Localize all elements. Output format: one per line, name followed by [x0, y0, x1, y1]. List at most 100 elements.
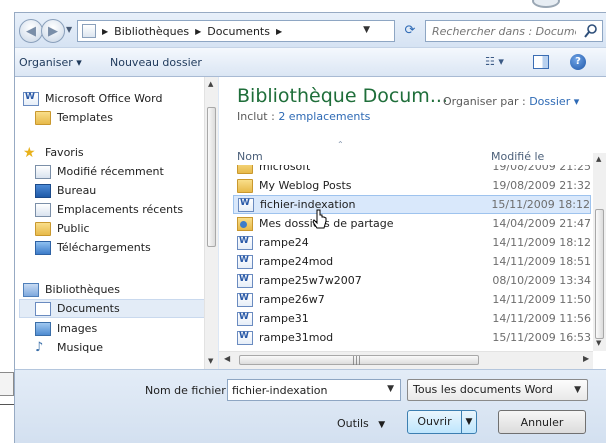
preview-pane-icon[interactable]: [533, 55, 549, 69]
search-input[interactable]: [426, 21, 576, 41]
breadcrumb-libraries[interactable]: Bibliothèques: [114, 25, 189, 38]
chevron-down-icon: ▼: [378, 420, 386, 430]
organise-button[interactable]: Organiser ▾: [19, 56, 82, 69]
back-button[interactable]: ◀: [19, 19, 43, 43]
word-doc-icon: [237, 311, 253, 326]
nav-item-recent-places[interactable]: Emplacements récents: [35, 200, 183, 219]
nav-item-label: Images: [57, 322, 98, 335]
filename-input[interactable]: [228, 380, 374, 400]
arrange-label: Organiser par :: [443, 95, 530, 108]
nav-section-label: Favoris: [45, 146, 84, 159]
scroll-left-icon[interactable]: ◀: [224, 354, 230, 363]
address-bar[interactable]: ▶ Bibliothèques ▶ Documents ▶ ▼: [77, 20, 395, 42]
nav-item-label: Téléchargements: [57, 241, 151, 254]
file-name: rampe31mod: [259, 331, 334, 344]
breadcrumb-chevron-icon[interactable]: ▶: [102, 27, 108, 36]
column-header-modified[interactable]: Modifié le: [491, 150, 544, 163]
file-type-select[interactable]: Tous les documents Word ▼: [407, 379, 588, 401]
list-item[interactable]: rampe24mod 14/11/2009 18:51: [233, 252, 591, 271]
nav-item-recent[interactable]: Modifié récemment: [35, 162, 164, 181]
folder-icon: [237, 178, 253, 193]
folder-icon: [35, 110, 51, 125]
cancel-button[interactable]: Annuler: [498, 410, 586, 434]
scroll-right-icon[interactable]: ▶: [583, 354, 589, 363]
open-options-dropdown-icon[interactable]: ▼: [462, 417, 476, 427]
help-icon[interactable]: ?: [570, 54, 586, 70]
grip-icon: |||: [352, 356, 362, 366]
list-item[interactable]: microsoft 19/08/2009 21:25: [233, 165, 591, 176]
list-item-selected[interactable]: fichier-indexation 15/11/2009 18:12: [233, 195, 591, 214]
arrange-by-dropdown[interactable]: Dossier ▾: [529, 95, 579, 108]
background-decoration: [532, 0, 560, 8]
scroll-down-icon[interactable]: ▼: [596, 339, 601, 347]
nav-item-label: Templates: [57, 111, 113, 124]
nav-item-label: Modifié récemment: [57, 165, 164, 178]
nav-item-documents[interactable]: Documents: [19, 299, 209, 318]
filename-combobox[interactable]: ▼: [227, 379, 401, 401]
word-doc-icon: [237, 235, 253, 250]
file-date: 14/04/2009 21:47: [492, 217, 591, 230]
list-item[interactable]: rampe24 14/11/2009 18:12: [233, 233, 591, 252]
list-item[interactable]: rampe26w7 14/11/2009 11:50: [233, 290, 591, 309]
address-dropdown-icon[interactable]: ▼: [363, 25, 370, 35]
desktop-icon: [35, 183, 51, 198]
word-doc-icon: [237, 273, 253, 288]
chevron-down-icon[interactable]: ▼: [387, 384, 394, 394]
tools-label: Outils: [337, 417, 369, 430]
breadcrumb-chevron-icon[interactable]: ▶: [195, 27, 201, 36]
refresh-icon: ⟳: [404, 23, 416, 38]
scroll-up-icon[interactable]: ▲: [596, 155, 601, 163]
forward-arrow-icon: ▶: [48, 23, 58, 39]
scroll-down-icon[interactable]: ▼: [208, 357, 213, 365]
open-button[interactable]: Ouvrir ▼: [407, 410, 477, 434]
new-folder-button[interactable]: Nouveau dossier: [110, 56, 202, 69]
navigation-scrollbar[interactable]: ▲ ▼: [204, 77, 218, 369]
nav-item-downloads[interactable]: Téléchargements: [35, 238, 151, 257]
library-title: Bibliothèque Docum...: [237, 85, 448, 107]
search-box[interactable]: [425, 20, 603, 42]
includes-link[interactable]: 2 emplacements: [278, 110, 370, 123]
nav-item-label: Musique: [57, 341, 103, 354]
nav-item-templates[interactable]: Templates: [35, 108, 113, 127]
breadcrumb-documents[interactable]: Documents: [207, 25, 270, 38]
recent-icon: [35, 164, 51, 179]
column-header-name[interactable]: Nom: [237, 150, 263, 163]
breadcrumb-chevron-icon[interactable]: ▶: [276, 27, 282, 36]
list-item[interactable]: rampe25w7w2007 08/10/2009 13:34: [233, 271, 591, 290]
sort-caret-icon: ⌃: [337, 140, 344, 149]
list-item[interactable]: Mes dossiers de partage 14/04/2009 21:47: [233, 214, 591, 233]
change-view-icon[interactable]: ☷ ▾: [485, 55, 515, 71]
horizontal-scroll-thumb[interactable]: |||: [239, 355, 479, 366]
nav-item-public[interactable]: Public: [35, 219, 90, 238]
nav-item-desktop[interactable]: Bureau: [35, 181, 96, 200]
nav-item-word[interactable]: Microsoft Office Word: [23, 89, 162, 108]
documents-library-icon: [35, 301, 51, 316]
nav-item-music[interactable]: ♪ Musique: [35, 338, 103, 357]
navigation-scroll-thumb[interactable]: [207, 107, 216, 247]
file-name: microsoft: [259, 165, 311, 173]
scroll-up-icon[interactable]: ▲: [208, 80, 213, 88]
back-arrow-icon: ◀: [26, 23, 36, 39]
list-item[interactable]: rampe31mod 15/11/2009 16:53: [233, 328, 591, 347]
file-date: 14/11/2009 18:12: [492, 236, 591, 249]
filename-label: Nom de fichier :: [145, 384, 233, 397]
nav-item-label: Public: [57, 222, 90, 235]
recent-pages-dropdown-icon[interactable]: ▼: [66, 25, 72, 34]
nav-item-favorites[interactable]: ★ Favoris: [23, 143, 84, 162]
nav-item-libraries[interactable]: Bibliothèques: [23, 280, 120, 299]
nav-item-images[interactable]: Images: [35, 319, 97, 338]
forward-button[interactable]: ▶: [41, 19, 65, 43]
file-list-horizontal-scrollbar[interactable]: ◀ ||| ▶: [219, 351, 593, 369]
open-button-label[interactable]: Ouvrir: [408, 411, 462, 433]
refresh-button[interactable]: ⟳: [400, 21, 420, 41]
file-list-scroll-thumb[interactable]: [595, 209, 604, 339]
mouse-cursor-icon: [312, 209, 327, 229]
arrange-by: Organiser par : Dossier ▾: [443, 95, 579, 108]
file-list-vertical-scrollbar[interactable]: ▲ ▼: [593, 153, 606, 351]
file-date: 19/08/2009 21:25: [492, 165, 591, 173]
list-item[interactable]: rampe31 14/11/2009 11:56: [233, 309, 591, 328]
nav-item-label: Bureau: [57, 184, 97, 197]
tools-dropdown[interactable]: Outils ▼: [337, 417, 385, 430]
list-item[interactable]: My Weblog Posts 19/08/2009 21:32: [233, 176, 591, 195]
search-icon[interactable]: [584, 23, 598, 39]
